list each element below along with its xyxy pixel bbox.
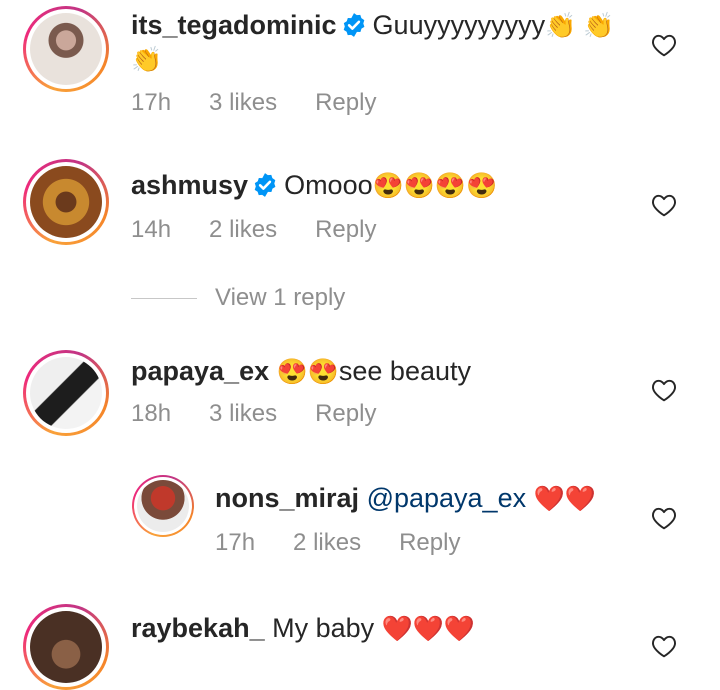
verified-badge-icon xyxy=(252,172,278,206)
likes-count[interactable]: 3 likes xyxy=(209,400,277,427)
view-replies-button[interactable]: View 1 reply xyxy=(131,284,345,318)
clapping-emoji: 👏 👏 xyxy=(545,12,615,40)
avatar[interactable] xyxy=(23,350,109,436)
heart-outline-icon[interactable] xyxy=(651,378,677,402)
likes-count[interactable]: 2 likes xyxy=(293,529,361,556)
heart-outline-icon[interactable] xyxy=(651,193,677,217)
divider xyxy=(131,298,197,300)
reply-button[interactable]: Reply xyxy=(315,216,376,243)
red-heart-emoji: ❤️❤️❤️ xyxy=(381,615,476,643)
heart-eyes-emoji: 😍😍 xyxy=(276,358,339,386)
reply-button[interactable]: Reply xyxy=(315,89,376,116)
heart-outline-icon[interactable] xyxy=(651,506,677,530)
mention-link[interactable]: @papaya_ex xyxy=(367,483,527,513)
likes-count[interactable]: 2 likes xyxy=(209,216,277,243)
comment-time: 18h xyxy=(131,400,172,427)
heart-outline-icon[interactable] xyxy=(651,33,677,57)
avatar[interactable] xyxy=(132,475,194,537)
avatar[interactable] xyxy=(23,6,109,92)
red-heart-emoji: ❤️❤️ xyxy=(533,485,596,513)
comment-time: 17h xyxy=(215,529,256,556)
avatar[interactable] xyxy=(23,604,109,690)
heart-eyes-emoji: 😍😍😍😍 xyxy=(372,172,498,200)
comment-username[interactable]: papaya_ex xyxy=(131,356,269,386)
avatar[interactable] xyxy=(23,159,109,245)
likes-count[interactable]: 3 likes xyxy=(209,89,277,116)
view-replies-label[interactable]: View 1 reply xyxy=(215,284,345,311)
verified-badge-icon xyxy=(341,12,367,46)
comment-text: see beauty xyxy=(338,356,471,386)
comment-text: Guuyyyyyyyyy xyxy=(372,10,546,40)
comment-username[interactable]: ashmusy xyxy=(131,170,248,200)
comment-time: 14h xyxy=(131,216,172,243)
comment-username[interactable]: its_tegadominic xyxy=(131,10,337,40)
reply-button[interactable]: Reply xyxy=(399,529,460,556)
comment-username[interactable]: raybekah_ xyxy=(131,613,265,643)
comment-text: Omooo xyxy=(284,170,373,200)
clapping-emoji: 👏 xyxy=(131,46,163,74)
comment-time: 17h xyxy=(131,89,172,116)
comment-username[interactable]: nons_miraj xyxy=(215,483,359,513)
heart-outline-icon[interactable] xyxy=(651,634,677,658)
reply-button[interactable]: Reply xyxy=(315,400,376,427)
comment-text: My baby xyxy=(272,613,375,643)
